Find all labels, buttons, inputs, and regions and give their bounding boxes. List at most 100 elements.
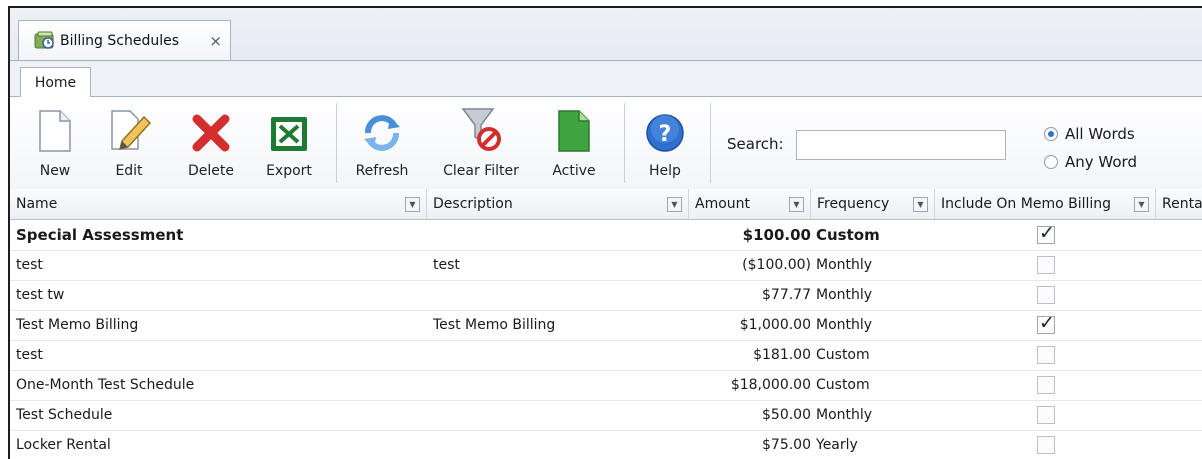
memo-billing-checkbox[interactable] <box>1037 406 1055 424</box>
help-question-icon: ? <box>645 99 685 153</box>
column-header-frequency[interactable]: Frequency ▼ <box>811 189 935 219</box>
clear-filter-button[interactable]: Clear Filter <box>438 99 524 187</box>
delete-button[interactable]: Delete <box>182 99 240 187</box>
table-row[interactable]: Locker Rental $75.00 Yearly <box>10 430 1202 459</box>
column-header-label: Description <box>433 196 513 212</box>
column-header-label: Renta <box>1162 196 1202 212</box>
billing-schedules-grid: Name ▼ Description ▼ Amount ▼ Frequency … <box>10 189 1202 459</box>
filter-dropdown-icon[interactable]: ▼ <box>913 197 928 212</box>
billing-schedule-icon <box>32 29 58 53</box>
cell-amount: $100.00 <box>742 226 811 244</box>
cell-include-on-memo-billing <box>1035 370 1057 400</box>
cell-frequency: Custom <box>816 226 880 244</box>
tab-billing-schedules[interactable]: Billing Schedules × <box>18 20 231 60</box>
clear-filter-label: Clear Filter <box>443 163 519 179</box>
svg-text:?: ? <box>659 122 672 147</box>
export-button[interactable]: Export <box>260 99 318 187</box>
cell-include-on-memo-billing <box>1035 310 1057 340</box>
help-label: Help <box>649 163 681 179</box>
cell-include-on-memo-billing <box>1035 340 1057 370</box>
column-header-name[interactable]: Name ▼ <box>10 189 427 219</box>
cell-amount: $18,000.00 <box>730 377 811 393</box>
delete-x-icon <box>191 99 231 153</box>
column-header-description[interactable]: Description ▼ <box>427 189 689 219</box>
delete-label: Delete <box>188 163 234 179</box>
column-header-amount[interactable]: Amount ▼ <box>689 189 811 219</box>
table-row[interactable]: Special Assessment $100.00 Custom <box>10 220 1202 251</box>
new-document-icon <box>38 99 72 153</box>
cell-frequency: Yearly <box>816 437 858 453</box>
tab-home[interactable]: Home <box>20 67 91 97</box>
any-word-label: Any Word <box>1065 153 1137 171</box>
memo-billing-checkbox[interactable] <box>1037 436 1055 454</box>
filter-dropdown-icon[interactable]: ▼ <box>667 197 682 212</box>
cell-amount: $50.00 <box>762 407 811 423</box>
cell-include-on-memo-billing <box>1035 400 1057 430</box>
column-header-rental[interactable]: Renta <box>1156 189 1202 219</box>
divider <box>710 103 711 183</box>
search-label: Search: <box>727 135 784 153</box>
cell-frequency: Monthly <box>816 407 873 423</box>
cell-amount: $1,000.00 <box>739 317 811 333</box>
cell-name: Test Schedule <box>16 407 113 423</box>
column-header-include-on-memo-billing[interactable]: Include On Memo Billing ▼ <box>935 189 1156 219</box>
grid-header: Name ▼ Description ▼ Amount ▼ Frequency … <box>10 189 1202 220</box>
refresh-arrows-icon <box>360 99 404 153</box>
cell-frequency: Custom <box>816 377 870 393</box>
radio-unselected-icon <box>1044 155 1058 169</box>
edit-button[interactable]: Edit <box>104 99 154 187</box>
cell-include-on-memo-billing <box>1035 250 1057 280</box>
cell-amount: ($100.00) <box>742 257 811 273</box>
active-label: Active <box>552 163 596 179</box>
table-row[interactable]: Test Schedule $50.00 Monthly <box>10 400 1202 431</box>
cell-include-on-memo-billing <box>1035 280 1057 310</box>
refresh-button[interactable]: Refresh <box>350 99 414 187</box>
cell-description: Test Memo Billing <box>433 317 556 333</box>
table-row[interactable]: test $181.00 Custom <box>10 340 1202 371</box>
memo-billing-checkbox[interactable] <box>1037 312 1055 334</box>
filter-dropdown-icon[interactable]: ▼ <box>405 197 420 212</box>
memo-billing-checkbox[interactable] <box>1037 256 1055 274</box>
filter-dropdown-icon[interactable]: ▼ <box>1134 197 1149 212</box>
table-row[interactable]: test test ($100.00) Monthly <box>10 250 1202 281</box>
export-label: Export <box>266 163 312 179</box>
cell-name: test tw <box>16 287 65 303</box>
help-button[interactable]: ? Help <box>640 99 690 187</box>
active-document-icon <box>557 99 591 153</box>
table-row[interactable]: test tw $77.77 Monthly <box>10 280 1202 311</box>
cell-frequency: Custom <box>816 347 870 363</box>
cell-name: test <box>16 257 43 273</box>
edit-pencil-icon <box>106 99 152 153</box>
close-icon[interactable]: × <box>209 32 222 50</box>
refresh-label: Refresh <box>355 163 409 179</box>
doc-tab-label: Billing Schedules <box>60 32 179 49</box>
divider <box>624 103 625 183</box>
table-row[interactable]: One-Month Test Schedule $18,000.00 Custom <box>10 370 1202 401</box>
active-button[interactable]: Active <box>544 99 604 187</box>
cell-name: test <box>16 347 43 363</box>
radio-selected-icon <box>1044 127 1058 141</box>
excel-export-icon <box>269 99 309 153</box>
filter-dropdown-icon[interactable]: ▼ <box>789 197 804 212</box>
new-button[interactable]: New <box>30 99 80 187</box>
column-header-label: Name <box>16 196 58 212</box>
cell-include-on-memo-billing <box>1035 430 1057 459</box>
cell-name: Locker Rental <box>16 437 111 453</box>
cell-amount: $75.00 <box>762 437 811 453</box>
cell-amount: $77.77 <box>762 287 811 303</box>
cell-frequency: Monthly <box>816 317 873 333</box>
cell-include-on-memo-billing <box>1035 220 1057 250</box>
ribbon-toolbar: New Edit Delete Export Refresh Clear Fil… <box>10 96 1202 190</box>
memo-billing-checkbox[interactable] <box>1037 346 1055 364</box>
memo-billing-checkbox[interactable] <box>1037 376 1055 394</box>
memo-billing-checkbox[interactable] <box>1037 222 1055 244</box>
any-word-radio[interactable]: Any Word <box>1044 153 1137 171</box>
memo-billing-checkbox[interactable] <box>1037 286 1055 304</box>
cell-frequency: Monthly <box>816 287 873 303</box>
table-row[interactable]: Test Memo Billing Test Memo Billing $1,000… <box>10 310 1202 341</box>
clear-filter-funnel-icon <box>459 99 503 153</box>
cell-name: Test Memo Billing <box>16 317 139 333</box>
search-input[interactable] <box>796 130 1006 160</box>
all-words-radio[interactable]: All Words <box>1044 125 1135 143</box>
cell-amount: $181.00 <box>753 347 811 363</box>
